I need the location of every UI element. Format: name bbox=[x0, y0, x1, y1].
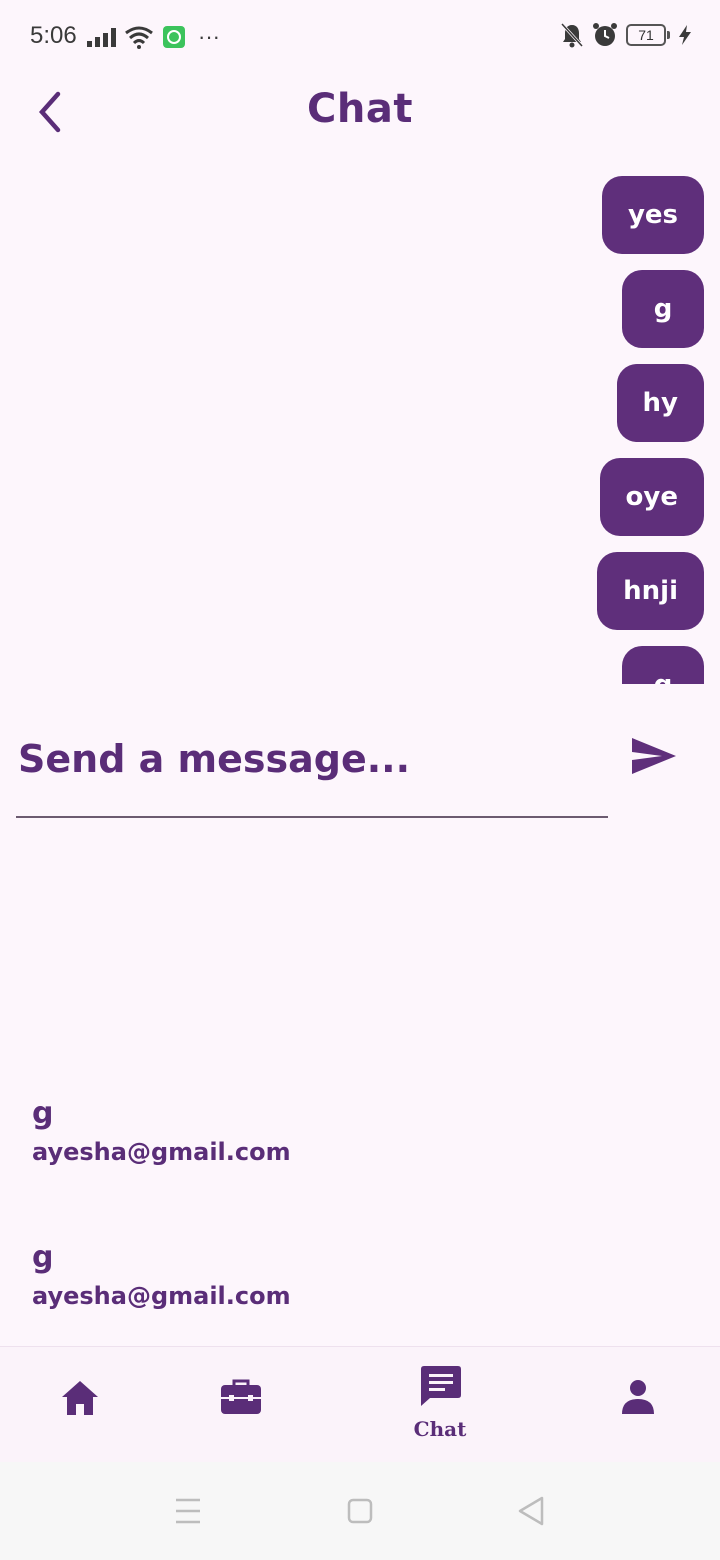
square-icon bbox=[347, 1498, 373, 1524]
menu-icon bbox=[176, 1498, 200, 1524]
message-bubble: g bbox=[622, 270, 704, 348]
message-bubble: yes bbox=[601, 176, 704, 254]
contact-name: g bbox=[32, 1096, 54, 1131]
battery-level: 71 bbox=[638, 27, 654, 43]
nav-chat-label: Chat bbox=[413, 1417, 467, 1441]
contact-item[interactable]: g ayesha@gmail.com bbox=[32, 1096, 632, 1168]
charging-icon bbox=[679, 25, 691, 45]
chat-icon bbox=[421, 1366, 461, 1406]
briefcase-icon bbox=[221, 1379, 261, 1414]
contact-email: ayesha@gmail.com bbox=[32, 1282, 291, 1310]
person-icon bbox=[622, 1380, 654, 1414]
message-list[interactable]: yes g hy oye hnji g bbox=[0, 170, 720, 684]
back-system-button[interactable] bbox=[500, 1486, 560, 1536]
recents-button[interactable] bbox=[158, 1486, 218, 1536]
message-input[interactable] bbox=[16, 730, 612, 788]
message-bubble: hnji bbox=[597, 552, 704, 630]
nav-jobs[interactable] bbox=[180, 1347, 300, 1463]
bottom-navigation: Chat bbox=[0, 1346, 720, 1463]
page-title: Chat bbox=[307, 86, 413, 132]
contact-name: g bbox=[32, 1240, 54, 1275]
mute-icon bbox=[560, 22, 584, 48]
app-bar: Chat bbox=[0, 72, 720, 152]
nav-profile[interactable] bbox=[580, 1347, 700, 1463]
message-bubble: g bbox=[622, 646, 704, 684]
input-underline bbox=[16, 816, 608, 818]
more-dots: ··· bbox=[198, 24, 220, 49]
battery-icon: 71 bbox=[626, 24, 670, 46]
triangle-back-icon bbox=[518, 1496, 544, 1526]
nav-home[interactable] bbox=[20, 1347, 140, 1463]
message-composer bbox=[0, 700, 720, 830]
contact-item[interactable]: g ayesha@gmail.com bbox=[32, 1240, 632, 1312]
status-time: 5:06 bbox=[30, 22, 77, 49]
home-system-button[interactable] bbox=[330, 1486, 390, 1536]
send-icon bbox=[632, 738, 676, 774]
wifi-icon bbox=[125, 26, 153, 49]
status-bar: 5:06 ··· 71 bbox=[0, 0, 720, 72]
message-bubble: hy bbox=[616, 364, 704, 442]
message-bubble: oye bbox=[599, 458, 704, 536]
nav-chat[interactable]: Chat bbox=[380, 1347, 500, 1463]
alarm-icon bbox=[593, 23, 617, 46]
home-icon bbox=[62, 1381, 98, 1415]
signal-icon bbox=[87, 28, 116, 47]
send-button[interactable] bbox=[630, 736, 682, 780]
system-navigation-bar bbox=[0, 1462, 720, 1560]
whatsapp-icon bbox=[163, 26, 185, 48]
contact-email: ayesha@gmail.com bbox=[32, 1138, 291, 1166]
